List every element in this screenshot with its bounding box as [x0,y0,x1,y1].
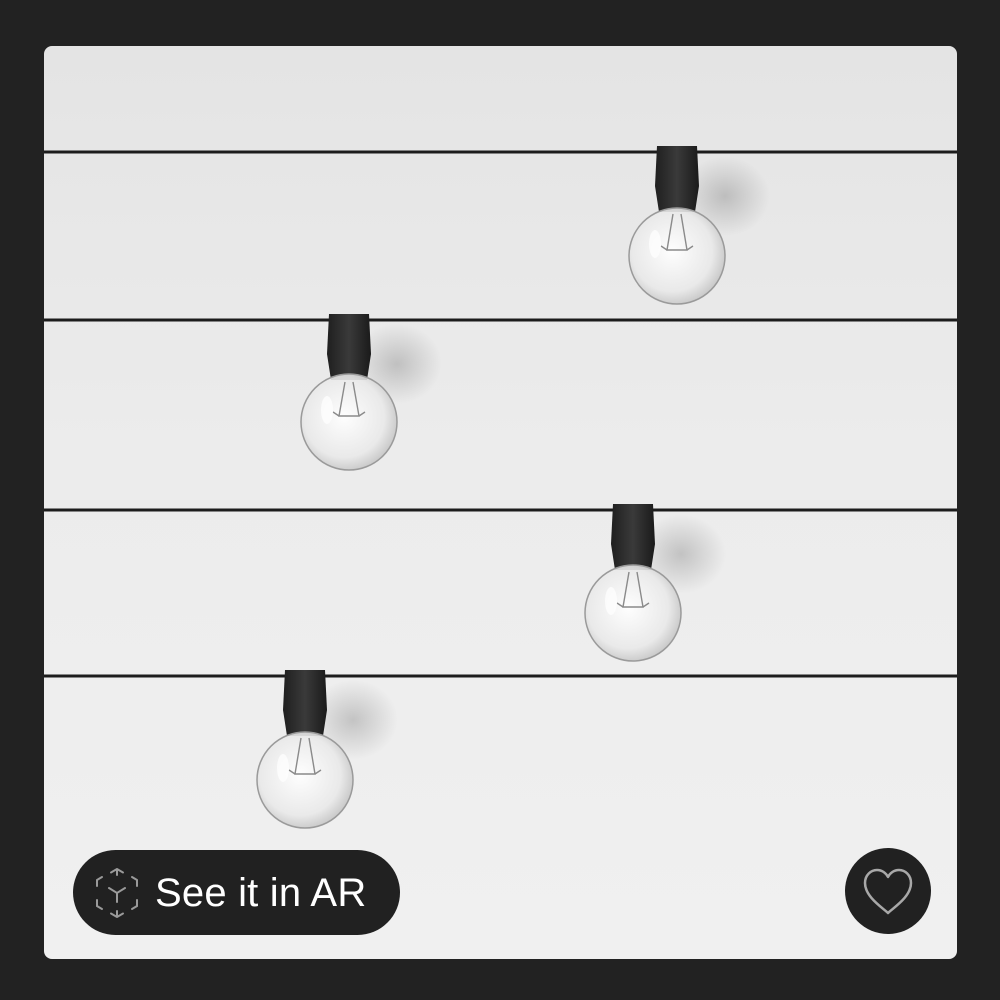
light-bulb [256,670,398,829]
viewer-frame: See it in AR [0,0,1000,1000]
heart-outline-icon [863,868,913,915]
see-in-ar-label: See it in AR [155,871,367,915]
product-image[interactable] [44,46,957,959]
string-lights-photo [44,146,957,829]
ar-cube-icon [96,868,138,918]
light-bulb [300,314,442,471]
light-bulb [584,504,726,662]
light-bulb [628,146,770,305]
